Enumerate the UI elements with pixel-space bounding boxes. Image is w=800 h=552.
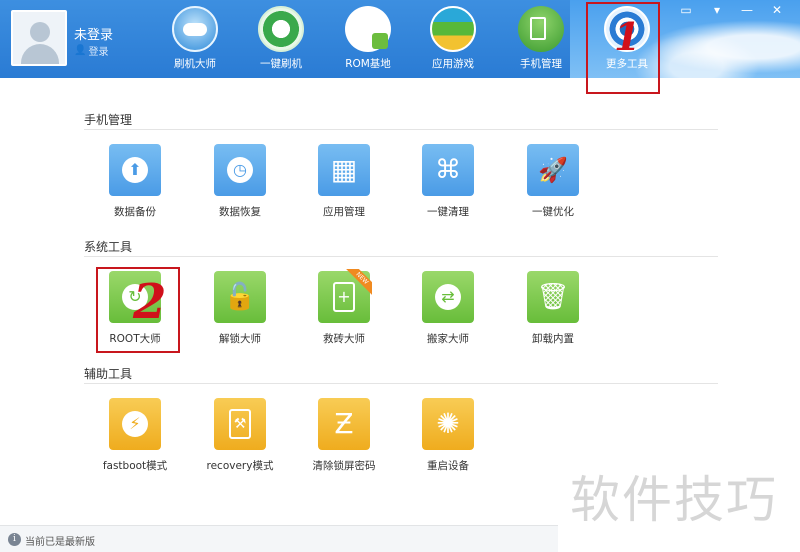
tile-icon-box: ⬆ [109,144,161,196]
tile-icon-box: ⌘ [422,144,474,196]
tile-icon-box: 🚀 [527,144,579,196]
tile-fastboot-mode[interactable]: ⚡ fastboot模式 [97,398,173,473]
tile-data-backup[interactable]: ⬆ 数据备份 [97,144,173,219]
tile-label: 应用管理 [323,206,365,218]
tile-unbrick-master[interactable]: + NEW 救砖大师 [306,269,382,346]
tile-icon-box: 🔓 [214,271,266,323]
cloud-upload-icon: ⬆ [122,157,148,183]
tile-label: 一键清理 [427,206,469,218]
cloud-icon [172,6,218,52]
spinner-icon: ✺ [436,407,460,440]
nav-item-one-click-flash[interactable]: 一键刷机 [243,6,319,74]
tile-icon-box: ◷ [214,144,266,196]
section-divider [84,129,718,130]
tile-label: 解锁大师 [219,333,261,345]
apps-icon [430,6,476,52]
annotation-number-1: 1 [614,14,641,59]
nav-item-phone-manager[interactable]: 手机管理 [503,6,579,74]
tile-label: 数据恢复 [219,206,261,218]
watermark: 软件技巧 [558,434,800,552]
user-icon: 👤 [74,45,87,56]
tile-data-restore[interactable]: ◷ 数据恢复 [202,144,278,219]
nav-label: ROM基地 [345,58,391,70]
section-title-phone-manage: 手机管理 [84,113,133,127]
section-title-auxiliary-tools: 辅助工具 [84,367,133,381]
refresh-icon [258,6,304,52]
tile-label: 搬家大师 [427,333,469,345]
unlock-pattern-icon: Ƶ [334,407,354,440]
menu-chevron-down-icon[interactable]: ▾ [708,3,726,17]
tile-icon-box: ⇄ [422,271,474,323]
tile-label: fastboot模式 [102,460,168,472]
watermark-text: 软件技巧 [570,471,778,529]
tile-label: 救砖大师 [323,333,365,345]
nav-item-apps-games[interactable]: 应用游戏 [415,6,491,74]
clock-icon: ◷ [227,157,253,183]
info-icon: i [8,533,21,546]
tile-icon-box: ▦ [318,144,370,196]
tile-label: 卸载内置 [532,333,574,345]
tile-recovery-mode[interactable]: ⚒ recovery模式 [202,398,278,473]
status-text: 当前已是最新版 [25,537,95,548]
tile-icon-box: ⚒ [214,398,266,450]
shopping-bag-icon [345,6,391,52]
rocket-icon: 🚀 [538,156,568,184]
login-label: 登录 [88,47,109,58]
feedback-icon[interactable]: ▭ [677,3,695,17]
phone-shield-icon [518,6,564,52]
new-badge: NEW [346,269,372,295]
tile-uninstall-builtin[interactable]: 🗑 卸载内置 [515,271,591,346]
header-bar: 未登录 👤 登录 刷机大师 一键刷机 ROM基地 应用游戏 手机管理 更多工具 … [0,0,800,78]
nav-label: 手机管理 [520,58,562,70]
phone-wrench-icon: ⚒ [229,409,251,439]
tile-one-click-optimize[interactable]: 🚀 一键优化 [515,144,591,219]
user-name: 未登录 [74,28,114,43]
tile-label: 数据备份 [114,206,156,218]
tile-icon-box: + NEW [318,269,372,323]
tile-unlock-master[interactable]: 🔓 解锁大师 [202,271,278,346]
lightning-icon: ⚡ [122,411,148,437]
tile-transfer-master[interactable]: ⇄ 搬家大师 [410,271,486,346]
avatar-head-shape [30,22,50,42]
unlock-icon: 🔓 [223,282,257,312]
tile-label: 重启设备 [427,460,469,472]
trash-icon: 🗑 [536,282,570,312]
tile-icon-box: 🗑 [527,271,579,323]
nav-label: 应用游戏 [432,58,474,70]
section-divider [84,383,718,384]
avatar-body-shape [21,44,59,64]
tile-label: 清除锁屏密码 [312,460,376,472]
section-divider [84,256,718,257]
tile-app-manage[interactable]: ▦ 应用管理 [306,144,382,219]
login-link[interactable]: 👤 登录 [74,43,108,58]
tile-label: recovery模式 [206,460,274,472]
nav-item-rom-base[interactable]: ROM基地 [330,6,406,74]
annotation-number-2: 2 [133,274,167,330]
grid-icon: ▦ [330,153,358,186]
tile-one-click-clean[interactable]: ⌘ 一键清理 [410,144,486,219]
tile-clear-lock-password[interactable]: Ƶ 清除锁屏密码 [306,398,382,473]
nav-label: 刷机大师 [174,58,216,70]
nav-item-flash-master[interactable]: 刷机大师 [157,6,233,74]
nav-label: 一键刷机 [260,58,302,70]
tile-icon-box: Ƶ [318,398,370,450]
minimize-icon[interactable]: — [738,3,756,17]
new-badge-label: NEW [346,269,372,295]
tile-reboot-device[interactable]: ✺ 重启设备 [410,398,486,473]
close-icon[interactable]: ✕ [768,3,786,17]
avatar[interactable] [11,10,67,66]
brush-icon: ⌘ [435,155,461,185]
tile-icon-box: ✺ [422,398,474,450]
transfer-icon: ⇄ [435,284,461,310]
tile-icon-box: ⚡ [109,398,161,450]
section-title-system-tools: 系统工具 [84,240,133,254]
tile-label: 一键优化 [532,206,574,218]
